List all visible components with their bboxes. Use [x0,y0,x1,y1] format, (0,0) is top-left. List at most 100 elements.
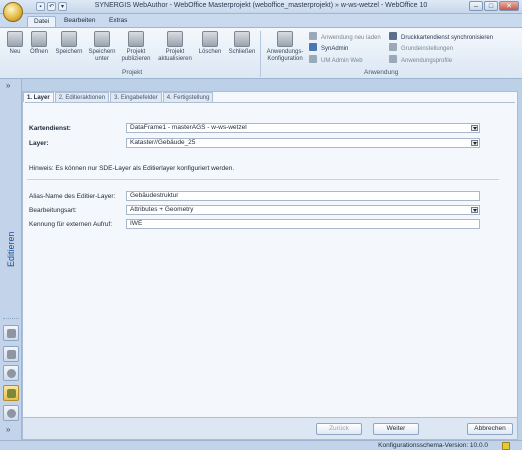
open-label: Öffnen [30,49,48,55]
basic-settings-label: Grundeinstellungen [401,46,454,52]
open-button[interactable]: Öffnen [27,31,51,56]
reload-app-item[interactable]: Anwendung neu laden [309,32,381,42]
tab-eingabefelder[interactable]: 3. Eingabefelder [110,92,162,102]
sync-print-service-item[interactable]: Druckkartendienst synchronisieren [389,32,493,42]
um-admin-web-label: UM Admin Web [321,58,363,64]
new-icon [7,31,23,47]
layer-value: Kataster//Gebäude_25 [130,139,196,146]
splitter-grip[interactable] [3,318,19,322]
synadmin-icon [309,43,317,51]
kartendienst-dropdown[interactable]: DataFrame1 - masterAGS - w-ws-wetzel [126,123,480,133]
update-label: Projekt aktualisieren [158,49,192,62]
edit-type-label: Bearbeitungsart: [29,207,77,214]
ribbon-tab-row: Datei Bearbeiten Extras [0,14,522,27]
publish-label: Projekt publizieren [121,49,151,62]
photo-icon[interactable] [3,346,19,362]
maximize-button[interactable]: □ [484,1,498,11]
wizard-tabs: 1. Layer 2. Editieraktionen 3. Eingabefe… [23,92,214,102]
print-icon [389,32,397,40]
settings-gear-icon[interactable] [3,405,19,421]
group-separator [260,31,261,77]
wizard-button-bar: Zurück Weiter Abbrechen [23,417,517,439]
kartendienst-value: DataFrame1 - masterAGS - w-ws-wetzel [130,124,247,131]
minimize-button[interactable]: – [469,1,483,11]
dropdown-icon[interactable]: ▾ [58,2,67,11]
alias-input[interactable]: Gebäudestruktur [126,191,480,201]
delete-icon [202,31,218,47]
external-id-label: Kennung für externen Aufruf: [29,221,113,228]
tab-fertigstellung[interactable]: 4. Fertigstellung [162,92,214,102]
new-label: Neu [9,49,21,55]
tab-bearbeiten[interactable]: Bearbeiten [58,16,101,27]
sde-hint-text: Hinweis: Es können nur SDE-Layer als Edi… [29,165,235,172]
schema-version-text: Konfigurationsschema-Version: 10.0.0 [378,442,488,449]
ribbon: Neu Öffnen Speichern Speichern unter Pro… [0,27,522,79]
tab-extras[interactable]: Extras [103,16,133,27]
refresh-icon [167,31,183,47]
kartendienst-label: Kartendienst: [29,125,71,132]
wizard-content: Kartendienst: DataFrame1 - masterAGS - w… [25,102,515,410]
chevron-down-icon[interactable] [471,125,478,131]
delete-label: Löschen [198,49,222,55]
edit-type-dropdown[interactable]: Attributes + Geometry [126,205,480,215]
synadmin-label: SynAdmin [321,46,349,52]
document-icon[interactable] [3,325,19,341]
next-button[interactable]: Weiter [373,423,419,435]
editor-wizard-panel: 1. Layer 2. Editieraktionen 3. Eingabefe… [22,91,518,440]
open-icon [31,31,47,47]
settings-icon [389,43,397,51]
layer-label: Layer: [29,140,49,147]
user-lock-icon [502,442,510,450]
profile-icon [389,55,397,63]
left-sidebar: » Editieren » [0,79,22,440]
delete-button[interactable]: Löschen [196,31,224,56]
new-button[interactable]: Neu [4,31,26,56]
save-as-button[interactable]: Speichern unter [87,31,117,63]
synadmin-item[interactable]: SynAdmin [309,43,348,53]
quick-access-toolbar: ▪ ↶ ▾ [28,2,67,11]
publish-project-button[interactable]: Projekt publizieren [119,31,153,63]
close-project-icon [234,31,250,47]
chevron-down-icon[interactable] [471,140,478,146]
edit-tool-icon[interactable] [3,385,19,401]
window-title: SYNERGIS WebAuthor - WebOffice Masterpro… [94,2,428,9]
alias-label: Alias-Name des Editier-Layer: [29,193,116,200]
window-title-bar: SYNERGIS WebAuthor - WebOffice Masterpro… [0,0,522,14]
close-project-button[interactable]: Schließen [226,31,258,56]
layer-dropdown[interactable]: Kataster//Gebäude_25 [126,138,480,148]
basic-settings-item[interactable]: Grundeinstellungen [389,43,453,53]
save-icon [61,31,77,47]
bottom-chevron-icon[interactable]: » [6,425,10,434]
close-window-button[interactable]: ✕ [499,1,519,11]
back-button[interactable]: Zurück [316,423,362,435]
tab-editieraktionen[interactable]: 2. Editieraktionen [54,92,110,102]
publish-icon [128,31,144,47]
editieren-vertical-label[interactable]: Editieren [6,231,16,267]
group-label-anwendung: Anwendung [364,69,399,76]
group-label-projekt: Projekt [122,69,143,76]
cancel-button[interactable]: Abbrechen [467,423,513,435]
alias-value: Gebäudestruktur [130,192,179,199]
app-profiles-item[interactable]: Anwendungsprofile [389,55,452,65]
edit-type-value: Attributes + Geometry [130,206,194,213]
undo-icon[interactable]: ↶ [47,2,56,11]
tab-datei[interactable]: Datei [27,16,57,27]
expand-chevron-icon[interactable]: » [6,81,10,90]
save-as-label: Speichern unter [88,49,116,62]
um-admin-web-item[interactable]: UM Admin Web [309,55,363,65]
app-profiles-label: Anwendungsprofile [401,58,453,64]
status-bar: Konfigurationsschema-Version: 10.0.0 [0,440,522,450]
save-quick-icon[interactable]: ▪ [36,2,45,11]
update-project-button[interactable]: Projekt aktualisieren [155,31,195,63]
tab-layer[interactable]: 1. Layer [23,92,54,102]
chevron-down-icon[interactable] [471,207,478,213]
external-id-input[interactable]: IWE [126,219,480,229]
panel-header-strip [22,79,522,91]
save-button[interactable]: Speichern [53,31,85,56]
application-menu-orb[interactable] [3,2,23,22]
app-config-button[interactable]: Anwendungs-Konfiguration [264,31,306,63]
users-icon [309,55,317,63]
search-icon[interactable] [3,365,19,381]
reload-icon [309,32,317,40]
save-label: Speichern [55,49,83,55]
